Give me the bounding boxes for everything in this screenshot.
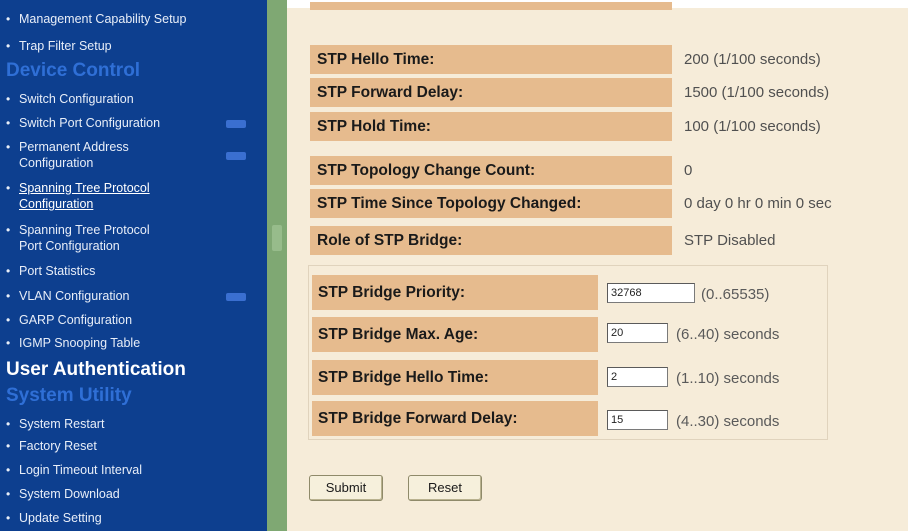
nav-permanent-address-configuration[interactable]: Permanent Address bbox=[19, 140, 129, 154]
bridge-forward-delay-range: (4..30) seconds bbox=[676, 413, 780, 430]
bullet: • bbox=[6, 92, 11, 106]
nav-port-statistics[interactable]: Port Statistics bbox=[19, 264, 95, 278]
nav-switch-configuration[interactable]: Switch Configuration bbox=[19, 92, 134, 106]
status-value-hold-time: 100 (1/100 seconds) bbox=[676, 112, 908, 141]
bridge-max-age-range: (6..40) seconds bbox=[676, 326, 780, 343]
status-label-hello-time: STP Hello Time: bbox=[310, 45, 672, 74]
label-bridge-forward-delay: STP Bridge Forward Delay: bbox=[312, 401, 598, 436]
bullet: • bbox=[6, 289, 11, 303]
submit-button[interactable]: Submit bbox=[309, 475, 383, 501]
status-value-time-since-topology-changed: 0 day 0 hr 0 min 0 sec bbox=[676, 189, 908, 218]
status-value-forward-delay: 1500 (1/100 seconds) bbox=[676, 78, 908, 107]
nav-management-capability-setup[interactable]: Management Capability Setup bbox=[19, 12, 186, 26]
hidden-row-label bbox=[310, 2, 672, 10]
bullet: • bbox=[6, 487, 11, 501]
label-bridge-max-age: STP Bridge Max. Age: bbox=[312, 317, 598, 352]
expand-marker-icon[interactable] bbox=[226, 120, 246, 128]
heading-system-utility: System Utility bbox=[6, 385, 132, 406]
bullet: • bbox=[6, 417, 11, 431]
expand-marker-icon[interactable] bbox=[226, 152, 246, 160]
nav-login-timeout-interval[interactable]: Login Timeout Interval bbox=[19, 463, 142, 477]
label-bridge-hello-time: STP Bridge Hello Time: bbox=[312, 360, 598, 395]
bullet: • bbox=[6, 116, 11, 130]
bullet: • bbox=[6, 181, 11, 195]
sidebar-nav: • Management Capability Setup • Trap Fil… bbox=[0, 0, 267, 531]
divider-handle-icon[interactable] bbox=[272, 225, 282, 251]
nav-system-restart[interactable]: System Restart bbox=[19, 417, 104, 431]
status-value-hello-time: 200 (1/100 seconds) bbox=[676, 45, 908, 74]
status-label-time-since-topology-changed: STP Time Since Topology Changed: bbox=[310, 189, 672, 218]
status-label-role-of-stp-bridge: Role of STP Bridge: bbox=[310, 226, 672, 255]
nav-permanent-address-configuration-line2[interactable]: Configuration bbox=[19, 156, 93, 170]
bullet: • bbox=[6, 12, 11, 26]
heading-user-authentication[interactable]: User Authentication bbox=[6, 360, 186, 380]
expand-marker-icon[interactable] bbox=[226, 293, 246, 301]
bullet: • bbox=[6, 223, 11, 237]
heading-device-control: Device Control bbox=[6, 60, 141, 81]
nav-stp-port-configuration-line2[interactable]: Port Configuration bbox=[19, 239, 120, 253]
bridge-forward-delay-input[interactable] bbox=[607, 410, 668, 430]
reset-button[interactable]: Reset bbox=[408, 475, 482, 501]
bullet: • bbox=[6, 264, 11, 278]
bullet: • bbox=[6, 336, 11, 350]
status-label-topology-change-count: STP Topology Change Count: bbox=[310, 156, 672, 185]
bullet: • bbox=[6, 313, 11, 327]
nav-system-download[interactable]: System Download bbox=[19, 487, 120, 501]
bullet: • bbox=[6, 439, 11, 453]
bridge-hello-time-range: (1..10) seconds bbox=[676, 370, 780, 387]
status-value-role-of-stp-bridge: STP Disabled bbox=[676, 226, 908, 255]
nav-stp-port-configuration[interactable]: Spanning Tree Protocol bbox=[19, 223, 150, 237]
nav-igmp-snooping-table[interactable]: IGMP Snooping Table bbox=[19, 336, 140, 350]
bullet: • bbox=[6, 511, 11, 525]
nav-trap-filter-setup[interactable]: Trap Filter Setup bbox=[19, 39, 112, 53]
nav-update-setting[interactable]: Update Setting bbox=[19, 511, 102, 525]
nav-factory-reset[interactable]: Factory Reset bbox=[19, 439, 97, 453]
nav-vlan-configuration[interactable]: VLAN Configuration bbox=[19, 289, 129, 303]
bridge-priority-range: (0..65535) bbox=[701, 286, 770, 303]
main-content: STP Hello Time: 200 (1/100 seconds) STP … bbox=[287, 2, 908, 531]
status-label-hold-time: STP Hold Time: bbox=[310, 112, 672, 141]
status-value-topology-change-count: 0 bbox=[676, 156, 908, 185]
label-bridge-priority: STP Bridge Priority: bbox=[312, 275, 598, 310]
bullet: • bbox=[6, 140, 11, 154]
nav-stp-configuration[interactable]: Spanning Tree Protocol bbox=[19, 181, 150, 195]
bridge-max-age-input[interactable] bbox=[607, 323, 668, 343]
bridge-hello-time-input[interactable] bbox=[607, 367, 668, 387]
nav-garp-configuration[interactable]: GARP Configuration bbox=[19, 313, 132, 327]
bridge-priority-input[interactable] bbox=[607, 283, 695, 303]
frame-divider[interactable] bbox=[267, 0, 287, 531]
bullet: • bbox=[6, 39, 11, 53]
bullet: • bbox=[6, 463, 11, 477]
nav-stp-configuration-line2[interactable]: Configuration bbox=[19, 197, 93, 211]
nav-switch-port-configuration[interactable]: Switch Port Configuration bbox=[19, 116, 160, 130]
status-label-forward-delay: STP Forward Delay: bbox=[310, 78, 672, 107]
